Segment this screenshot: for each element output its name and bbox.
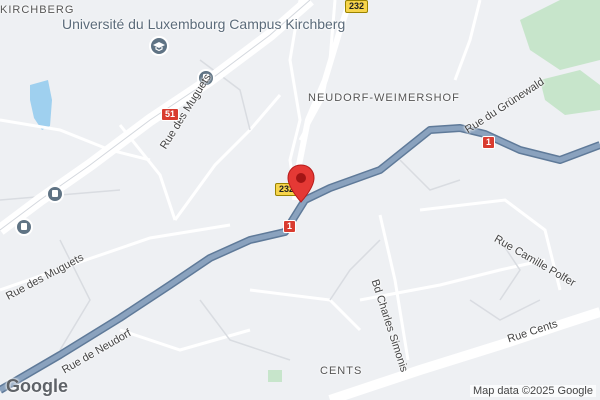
park-area [268,370,282,382]
route-shield-1-right: 1 [482,136,496,149]
map-attribution[interactable]: Map data ©2025 Google [469,385,596,397]
route-shield-232: 232 [345,0,369,13]
park-area [540,70,600,115]
water-pond [30,80,52,130]
area-label-cents: CENTS [320,365,363,377]
route-shield-1-left: 1 [283,220,297,233]
google-logo: Google [6,376,68,396]
graduation-cap-icon[interactable] [149,36,169,56]
location-pin-icon[interactable] [286,164,316,204]
minor-roads [0,0,562,361]
bus-stop-icon[interactable] [15,218,33,236]
area-label-kirchberg: KIRCHBERG [0,4,75,16]
bus-stop-icon[interactable] [46,185,64,203]
park-area [520,0,600,70]
route-shield-51: 51 [161,108,180,121]
area-label-neudorf: NEUDORF-WEIMERSHOF [308,92,460,104]
map-canvas[interactable]: KIRCHBERG NEUDORF-WEIMERSHOF CENTS Unive… [0,0,600,400]
poi-label-university[interactable]: Université du Luxembourg Campus Kirchber… [62,16,345,32]
